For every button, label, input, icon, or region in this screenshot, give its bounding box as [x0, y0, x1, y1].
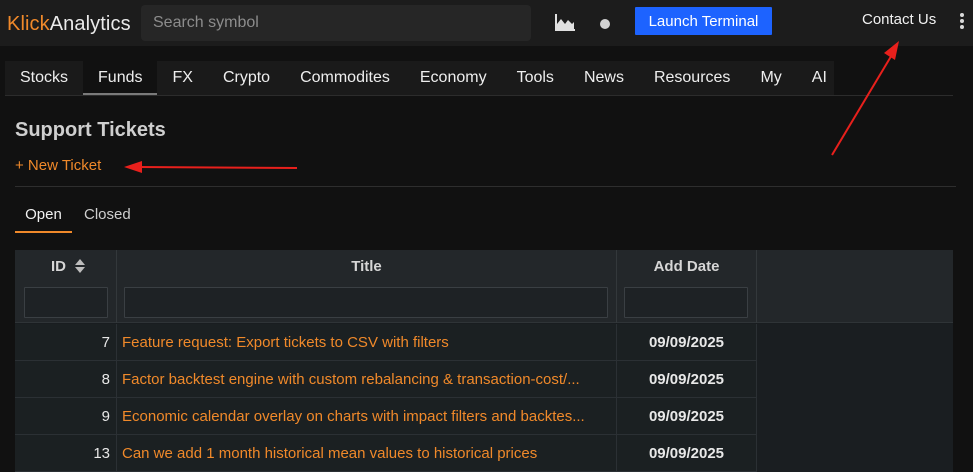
ticket-id: 9	[15, 398, 117, 435]
nav-item-resources[interactable]: Resources	[639, 61, 745, 95]
column-label-title: Title	[351, 258, 382, 275]
nav-item-fx[interactable]: FX	[157, 61, 207, 95]
add-date-filter-input[interactable]	[624, 287, 748, 318]
table-row[interactable]: 7 Feature request: Export tickets to CSV…	[15, 324, 953, 361]
contact-us-link[interactable]: Contact Us	[862, 11, 936, 28]
table-row[interactable]: 9 Economic calendar overlay on charts wi…	[15, 398, 953, 435]
section-divider	[15, 186, 956, 187]
tab-closed[interactable]: Closed	[84, 199, 131, 233]
column-header-add-date[interactable]: Add Date	[617, 250, 757, 323]
ticket-title-link[interactable]: Can we add 1 month historical mean value…	[117, 435, 617, 472]
nav-item-economy[interactable]: Economy	[405, 61, 502, 95]
row-filler	[757, 361, 953, 398]
ticket-date: 09/09/2025	[617, 435, 757, 472]
area-chart-icon[interactable]	[554, 12, 576, 32]
nav-item-funds[interactable]: Funds	[83, 61, 158, 95]
row-filler	[757, 435, 953, 472]
ticket-date: 09/09/2025	[617, 398, 757, 435]
ticket-date: 09/09/2025	[617, 361, 757, 398]
arrow-to-new-ticket	[124, 161, 298, 173]
ticket-title-link[interactable]: Factor backtest engine with custom rebal…	[117, 361, 617, 398]
column-label-id: ID	[51, 258, 66, 275]
nav-item-crypto[interactable]: Crypto	[208, 61, 285, 95]
search-input[interactable]	[141, 5, 531, 41]
nav-item-my[interactable]: My	[745, 61, 796, 95]
main-nav: Stocks Funds FX Crypto Commodites Econom…	[5, 61, 834, 95]
nav-item-stocks[interactable]: Stocks	[5, 61, 83, 95]
row-filler	[757, 324, 953, 361]
row-filler	[757, 398, 953, 435]
launch-terminal-button[interactable]: Launch Terminal	[635, 7, 772, 35]
ticket-id: 8	[15, 361, 117, 398]
nav-item-news[interactable]: News	[569, 61, 639, 95]
logo-analytics: Analytics	[49, 13, 131, 35]
nav-divider	[5, 95, 953, 96]
nav-item-commodites[interactable]: Commodites	[285, 61, 405, 95]
ticket-title-link[interactable]: Feature request: Export tickets to CSV w…	[117, 324, 617, 361]
kebab-menu-icon[interactable]	[958, 13, 966, 33]
nav-item-ai[interactable]: AI	[797, 61, 842, 95]
nav-item-tools[interactable]: Tools	[502, 61, 569, 95]
logo-klick: Klick	[7, 13, 50, 35]
ticket-id: 13	[15, 435, 117, 472]
top-header: KlickAnalytics Launch Terminal Contact U…	[0, 0, 973, 46]
table-header: ID Title Add Date	[15, 250, 953, 323]
id-filter-input[interactable]	[24, 287, 108, 318]
column-header-title[interactable]: Title	[117, 250, 617, 323]
status-dot-icon[interactable]	[600, 19, 610, 29]
tickets-table: ID Title Add Date 7 Feature request: Exp…	[15, 250, 953, 472]
page-title: Support Tickets	[15, 119, 166, 141]
ticket-id: 7	[15, 324, 117, 361]
new-ticket-link[interactable]: + New Ticket	[15, 157, 101, 174]
brand-logo[interactable]: KlickAnalytics	[7, 12, 131, 36]
table-row[interactable]: 8 Factor backtest engine with custom reb…	[15, 361, 953, 398]
table-row[interactable]: 13 Can we add 1 month historical mean va…	[15, 435, 953, 472]
column-header-id[interactable]: ID	[15, 250, 117, 323]
ticket-title-link[interactable]: Economic calendar overlay on charts with…	[117, 398, 617, 435]
sort-up-down-icon[interactable]	[74, 258, 86, 274]
column-label-add-date: Add Date	[653, 258, 720, 275]
ticket-date: 09/09/2025	[617, 324, 757, 361]
arrow-to-contact-us	[831, 41, 899, 156]
title-filter-input[interactable]	[124, 287, 608, 318]
tab-open[interactable]: Open	[15, 199, 72, 233]
